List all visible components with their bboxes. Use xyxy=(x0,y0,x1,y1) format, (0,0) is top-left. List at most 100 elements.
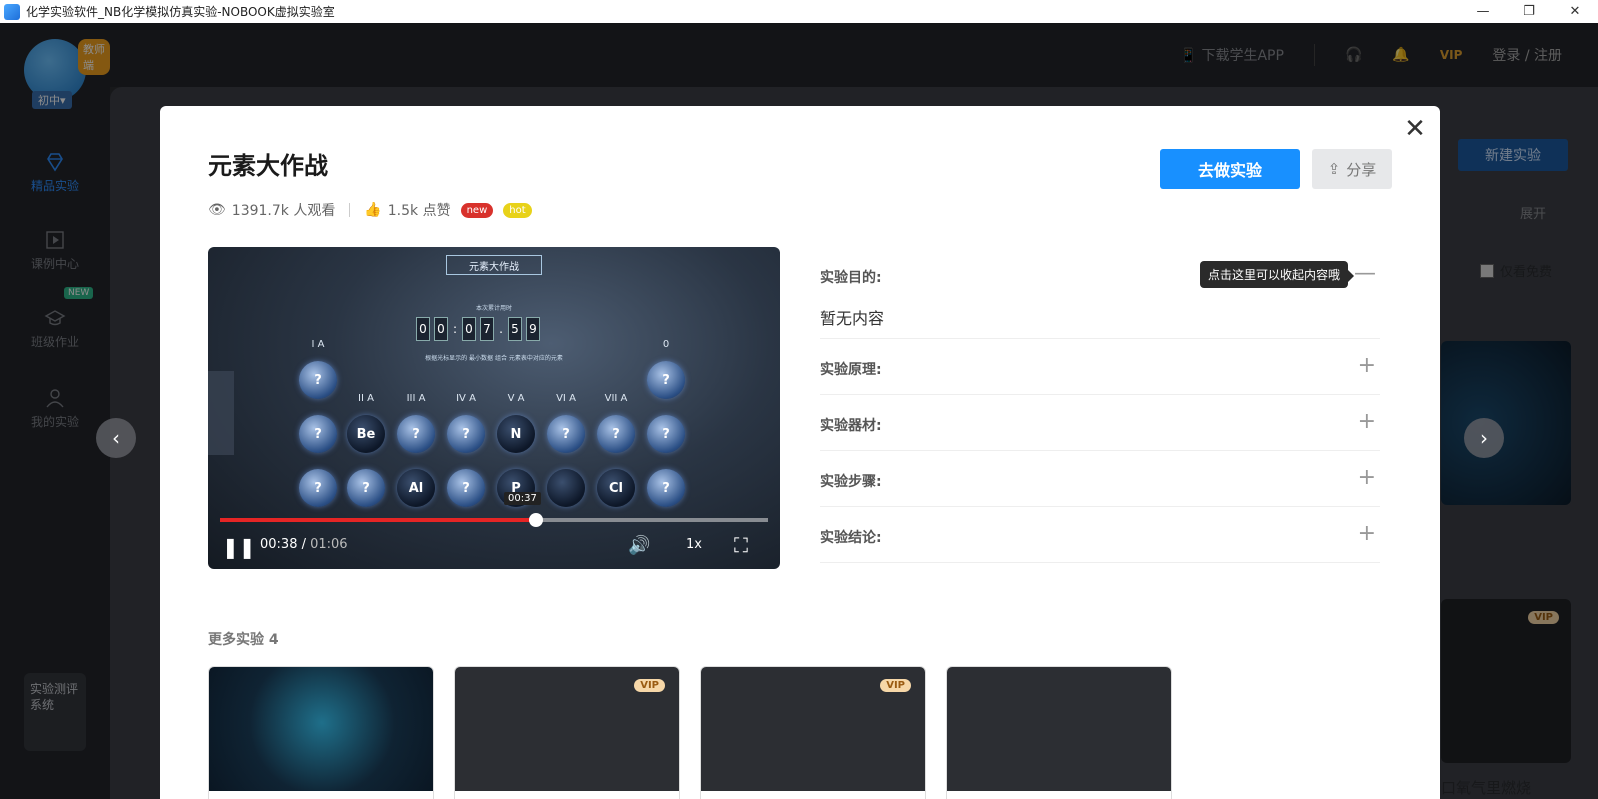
element-orb: ? xyxy=(397,415,435,453)
modal-title: 元素大作战 xyxy=(208,152,328,180)
fullscreen-icon[interactable]: ⛶ xyxy=(734,533,748,557)
video-hint: 根据光标显示的 最小数据 组合 元素表中对应的元素 xyxy=(425,355,563,362)
element-orb: ? xyxy=(597,415,635,453)
video-timer: 0 0 : 0 7 . 5 9 xyxy=(416,317,540,341)
timer-digit: 0 xyxy=(462,317,476,341)
like-count: 1.5k 点赞 xyxy=(387,203,451,219)
pause-icon[interactable]: ❚❚ xyxy=(222,535,256,559)
chevron-left-icon: ‹ xyxy=(112,426,120,450)
accordion-conclusion[interactable]: 实验结论: + xyxy=(820,507,1380,563)
timer-separator: . xyxy=(499,322,503,336)
carousel-next-button[interactable]: › xyxy=(1464,418,1504,458)
video-progress-fill xyxy=(220,518,536,522)
duration: 01:06 xyxy=(305,537,348,552)
element-orb: ? xyxy=(299,469,337,507)
element-orb: ? xyxy=(647,415,685,453)
window-title: 化学实验软件_NB化学模拟仿真实验-NOBOOK虚拟实验室 xyxy=(26,5,335,19)
thumbs-up-icon[interactable]: 👍 xyxy=(364,202,381,218)
more-experiment-card[interactable]: VIP xyxy=(454,666,680,799)
video-progress-bar[interactable] xyxy=(220,513,768,527)
app-root: 📱 下载学生APP 🎧 🔔 VIP 登录 / 注册 教师端 初中▾ 精品实验 课… xyxy=(0,23,1598,799)
more-experiments-title: 更多实验 4 xyxy=(208,632,279,648)
element-orb: ? xyxy=(299,415,337,453)
group-label: VII A xyxy=(604,393,628,404)
accordion-label: 实验步骤: xyxy=(820,474,882,490)
group-label: I A xyxy=(311,339,325,350)
element-orb xyxy=(547,469,585,507)
element-orb: ? xyxy=(347,469,385,507)
video-player[interactable]: 元素大作战 本次累计用时 0 0 : 0 7 . 5 9 根据光标显示的 最小数… xyxy=(208,247,780,569)
expand-icon[interactable]: + xyxy=(1358,353,1376,378)
share-label: 分享 xyxy=(1346,160,1377,179)
new-badge: new xyxy=(460,202,494,218)
timer-digit: 5 xyxy=(508,317,522,341)
experiment-modal: ✕ 元素大作战 👁 1391.7k 人观看 👍 1.5k 点赞 new hot … xyxy=(160,106,1440,799)
accordion-steps[interactable]: 实验步骤: + xyxy=(820,451,1380,507)
group-label: III A xyxy=(406,393,426,404)
start-experiment-button[interactable]: 去做实验 xyxy=(1160,149,1300,189)
video-progress-handle[interactable] xyxy=(528,513,543,527)
timer-digit: 0 xyxy=(416,317,430,341)
minimize-button[interactable]: — xyxy=(1460,0,1506,23)
expand-icon[interactable]: + xyxy=(1358,521,1376,546)
vip-badge: VIP xyxy=(880,679,911,692)
hot-badge: hot xyxy=(503,202,532,218)
timer-digit: 0 xyxy=(434,317,448,341)
element-orb: Cl xyxy=(597,469,635,507)
expand-icon[interactable]: + xyxy=(1358,465,1376,490)
expand-icon[interactable]: + xyxy=(1358,409,1376,434)
group-label: IV A xyxy=(456,393,476,404)
experiment-thumbnail xyxy=(209,667,433,791)
vip-badge: VIP xyxy=(634,679,665,692)
video-side-toolbar xyxy=(208,371,234,455)
accordion-purpose[interactable]: 实验目的: 点击这里可以收起内容哦 — 暂无内容 xyxy=(820,247,1380,339)
group-label: 0 xyxy=(662,339,670,350)
collapse-icon[interactable]: — xyxy=(1354,261,1376,286)
experiment-stats: 👁 1391.7k 人观看 👍 1.5k 点赞 new hot xyxy=(208,200,532,220)
share-button[interactable]: ⇪ 分享 xyxy=(1312,149,1392,189)
carousel-prev-button[interactable]: ‹ xyxy=(96,418,136,458)
app-icon xyxy=(4,3,20,20)
modal-close-button[interactable]: ✕ xyxy=(1402,116,1428,142)
element-orb: Be xyxy=(347,415,385,453)
hover-time-tooltip: 00:37 xyxy=(504,492,541,505)
chevron-right-icon: › xyxy=(1480,426,1488,450)
view-count: 1391.7k 人观看 xyxy=(231,203,336,219)
timer-digit: 9 xyxy=(526,317,540,341)
accordion-label: 实验目的: xyxy=(820,270,882,286)
window-close-button[interactable]: ✕ xyxy=(1552,0,1598,23)
element-orb: ? xyxy=(547,415,585,453)
experiment-info-accordion: 实验目的: 点击这里可以收起内容哦 — 暂无内容 实验原理: + 实验器材: +… xyxy=(820,247,1380,563)
accordion-equipment[interactable]: 实验器材: + xyxy=(820,395,1380,451)
accordion-label: 实验原理: xyxy=(820,362,882,378)
element-orb: N xyxy=(497,415,535,453)
more-experiment-card[interactable] xyxy=(208,666,434,799)
element-orb: Al xyxy=(397,469,435,507)
video-time: 00:38 / 01:06 xyxy=(260,537,348,552)
group-label: V A xyxy=(507,393,525,404)
video-controls: ❚❚ 00:38 / 01:06 🔊 1x ⛶ xyxy=(208,531,780,561)
playback-speed[interactable]: 1x xyxy=(686,537,702,552)
more-experiment-card[interactable] xyxy=(946,666,1172,799)
start-experiment-label: 去做实验 xyxy=(1197,161,1262,180)
divider xyxy=(349,203,351,217)
collapse-tooltip: 点击这里可以收起内容哦 xyxy=(1200,261,1355,288)
video-timer-caption: 本次累计用时 xyxy=(475,305,512,312)
video-inner-title: 元素大作战 xyxy=(446,255,542,275)
accordion-content: 暂无内容 xyxy=(820,309,885,328)
timer-separator: : xyxy=(452,322,458,336)
element-orb: ? xyxy=(647,361,685,399)
accordion-label: 实验器材: xyxy=(820,418,882,434)
accordion-principle[interactable]: 实验原理: + xyxy=(820,339,1380,395)
experiment-thumbnail xyxy=(947,667,1171,791)
element-orb: ? xyxy=(299,361,337,399)
maximize-button[interactable]: ❐ xyxy=(1506,0,1552,23)
share-icon: ⇪ xyxy=(1327,160,1341,178)
window-titlebar: 化学实验软件_NB化学模拟仿真实验-NOBOOK虚拟实验室 — ❐ ✕ xyxy=(0,0,1598,23)
element-orb: ? xyxy=(447,469,485,507)
accordion-label: 实验结论: xyxy=(820,530,882,546)
more-experiment-card[interactable]: VIP xyxy=(700,666,926,799)
eye-icon: 👁 xyxy=(208,202,226,218)
volume-icon[interactable]: 🔊 xyxy=(628,535,650,556)
element-orb: ? xyxy=(647,469,685,507)
